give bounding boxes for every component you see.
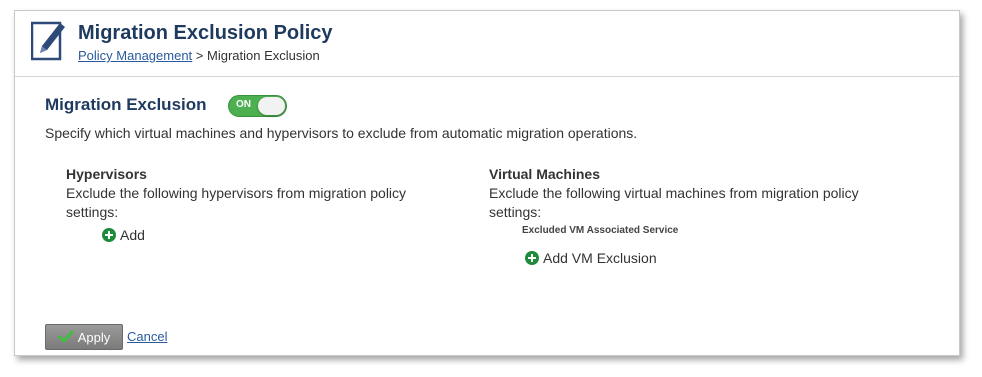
page-title: Migration Exclusion Policy [78,22,333,44]
policy-panel: Migration Exclusion Policy Policy Manage… [14,10,960,356]
add-vm-exclusion-label: Add VM Exclusion [543,250,657,266]
section-title: Migration Exclusion [45,95,207,114]
add-vm-exclusion-button[interactable]: Add VM Exclusion [525,250,657,266]
cancel-link[interactable]: Cancel [127,329,167,344]
plus-circle-icon [525,251,539,265]
breadcrumb-current: Migration Exclusion [207,48,320,63]
virtual-machines-title: Virtual Machines [489,166,601,182]
apply-label: Apply [77,329,111,345]
migration-exclusion-toggle[interactable]: ON [228,95,287,117]
hypervisors-description: Exclude the following hypervisors from m… [66,185,407,220]
breadcrumb-link-policy-management[interactable]: Policy Management [78,48,192,63]
hypervisors-title: Hypervisors [66,166,147,182]
plus-circle-icon [102,228,116,242]
section-description: Specify which virtual machines and hyper… [45,125,638,141]
toggle-state-label: ON [236,99,251,110]
breadcrumb-separator: > [192,48,207,63]
apply-button[interactable]: Apply [45,324,123,350]
excluded-vm-table-header: Excluded VM Associated Service [522,225,679,236]
toggle-knob [258,97,285,115]
breadcrumb: Policy Management > Migration Exclusion [78,48,320,63]
page-header: Migration Exclusion Policy Policy Manage… [15,11,959,77]
add-hypervisor-button[interactable]: Add [102,227,145,243]
virtual-machines-description: Exclude the following virtual machines f… [489,185,859,220]
checkmark-icon [58,330,74,343]
pencil-document-icon [31,21,65,61]
add-hypervisor-label: Add [120,227,145,243]
